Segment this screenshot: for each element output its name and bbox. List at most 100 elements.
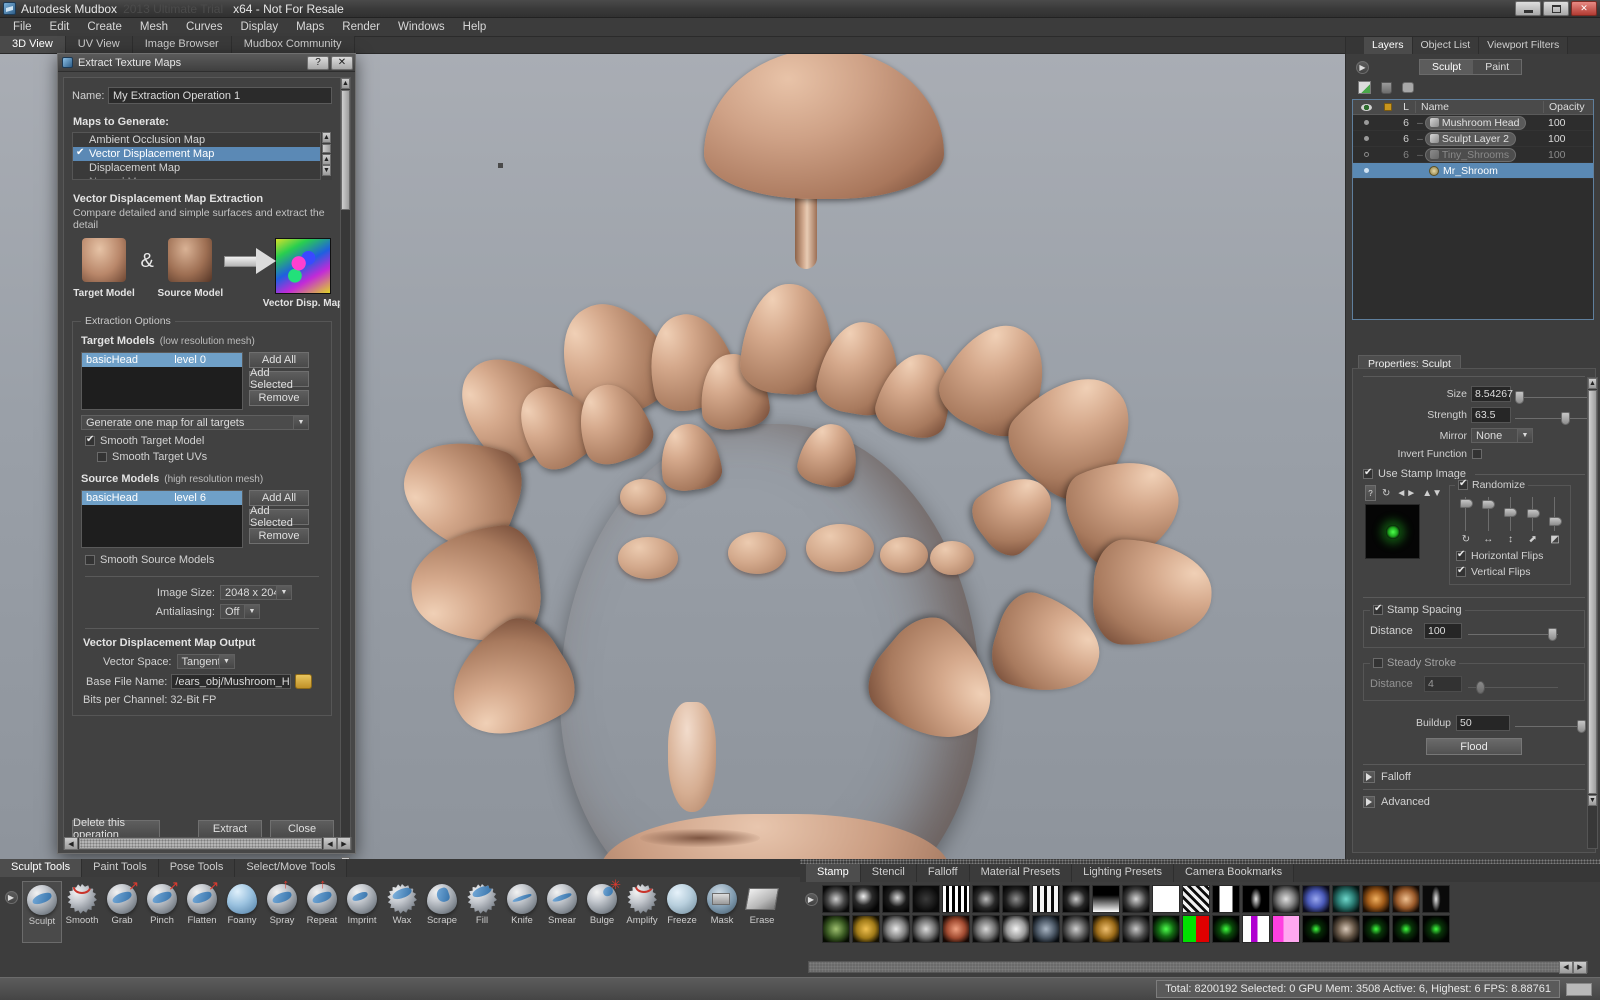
- rotate-icon[interactable]: ↻: [1382, 488, 1390, 499]
- extract-button[interactable]: Extract: [198, 820, 262, 838]
- spacing-slider-knob[interactable]: [1548, 628, 1557, 641]
- layer-visibility-toggle[interactable]: [1363, 136, 1369, 141]
- randomize-slider-1[interactable]: [1456, 497, 1476, 531]
- smooth-target-model-row[interactable]: Smooth Target Model: [85, 434, 323, 447]
- tool-pinch[interactable]: ↗ Pinch: [142, 879, 182, 943]
- properties-scroll-down[interactable]: ▼: [1588, 795, 1597, 806]
- tool-repeat[interactable]: ↑ Repeat: [302, 877, 342, 943]
- stamp-scroll-left[interactable]: ◀: [1559, 960, 1573, 974]
- tool-erase[interactable]: Erase: [742, 881, 782, 943]
- layer-name-chip[interactable]: Tiny_Shrooms: [1424, 147, 1517, 162]
- dialog-titlebar[interactable]: Extract Texture Maps ? ✕: [58, 54, 355, 72]
- tab-stamp[interactable]: Stamp: [806, 864, 861, 882]
- image-size-dropdown[interactable]: 2048 x 2048 ▼: [220, 585, 292, 600]
- hscroll-right-b[interactable]: ▶: [337, 837, 351, 850]
- properties-scroll-thumb[interactable]: [1588, 390, 1597, 794]
- layer-visibility-toggle[interactable]: [1363, 152, 1369, 157]
- sculpt-paint-toggle[interactable]: Sculpt Paint: [1419, 59, 1523, 75]
- randomize-slider-3[interactable]: [1500, 497, 1520, 531]
- properties-scrollbar[interactable]: ▲ ▼: [1587, 377, 1598, 849]
- maps-scroll-down[interactable]: ▼: [322, 165, 331, 176]
- tab-3d-view[interactable]: 3D View: [0, 36, 66, 53]
- tab-stencil[interactable]: Stencil: [860, 864, 917, 882]
- rotate-icon[interactable]: ↻: [1456, 534, 1476, 545]
- stamp-swatch[interactable]: [912, 915, 940, 943]
- stamp-swatch[interactable]: [1032, 915, 1060, 943]
- tool-spray[interactable]: ↑ Spray: [262, 877, 302, 943]
- strength-slider[interactable]: [1515, 411, 1587, 425]
- tool-fill[interactable]: Fill: [462, 881, 502, 943]
- chevron-down-icon[interactable]: ▼: [1517, 429, 1532, 442]
- target-models-list[interactable]: basicHead level 0: [81, 352, 243, 410]
- tool-smear[interactable]: Smear: [542, 881, 582, 943]
- smooth-source-models-checkbox[interactable]: [85, 555, 95, 565]
- dialog-help-button[interactable]: ?: [307, 55, 329, 70]
- expand-advanced-icon[interactable]: [1363, 796, 1375, 808]
- dialog-scrollbar[interactable]: ▲ ▼: [340, 77, 351, 868]
- stamp-swatch[interactable]: [882, 915, 910, 943]
- tool-freeze[interactable]: Freeze: [662, 881, 702, 943]
- stamp-spacing-checkbox[interactable]: [1373, 603, 1383, 615]
- stamp-swatch[interactable]: [1062, 885, 1090, 913]
- stamp-swatch[interactable]: [1122, 885, 1150, 913]
- horizontal-flips-checkbox[interactable]: [1455, 549, 1466, 561]
- horizontal-flip-icon[interactable]: ◄►: [1396, 488, 1416, 499]
- stamp-swatch[interactable]: [1422, 915, 1450, 943]
- source-models-list[interactable]: basicHead level 6: [81, 490, 243, 548]
- dialog-close-footer-button[interactable]: Close: [270, 820, 334, 838]
- stamp-swatch[interactable]: [1242, 885, 1270, 913]
- menu-windows[interactable]: Windows: [389, 19, 454, 35]
- stamp-swatch[interactable]: [972, 915, 1000, 943]
- stamp-tray-expander-icon[interactable]: ▶: [804, 893, 818, 906]
- stamp-swatch[interactable]: [1032, 885, 1060, 913]
- tab-mudbox-community[interactable]: Mudbox Community: [231, 36, 355, 53]
- layer-opacity[interactable]: 100: [1543, 133, 1593, 145]
- antialiasing-dropdown[interactable]: Off ▼: [220, 604, 260, 619]
- panel-expander-icon[interactable]: ▶: [1356, 60, 1369, 74]
- tool-foamy[interactable]: Foamy: [222, 881, 262, 943]
- stamp-swatch[interactable]: [1212, 885, 1240, 913]
- map-item-normal[interactable]: Normal Map: [73, 175, 331, 179]
- tab-layers[interactable]: Layers: [1364, 37, 1413, 54]
- toggle-sculpt[interactable]: Sculpt: [1420, 60, 1474, 74]
- stamp-swatch[interactable]: [1002, 885, 1030, 913]
- layer-visibility-toggle[interactable]: [1363, 168, 1369, 173]
- smooth-source-models-row[interactable]: Smooth Source Models: [85, 554, 323, 566]
- table-row[interactable]: 6 – Tiny_Shrooms 100: [1353, 147, 1593, 163]
- flood-button[interactable]: Flood: [1426, 738, 1522, 755]
- stamp-spacing-header[interactable]: Stamp Spacing: [1370, 603, 1465, 616]
- slider-knob[interactable]: [1459, 499, 1473, 508]
- randomize-checkbox[interactable]: [1457, 478, 1468, 490]
- dialog-close-button[interactable]: ✕: [331, 55, 353, 70]
- dialog-scroll-thumb[interactable]: [341, 90, 350, 210]
- stamp-swatch[interactable]: [882, 885, 910, 913]
- map-item-displacement[interactable]: Displacement Map: [73, 161, 331, 175]
- buildup-slider[interactable]: [1515, 719, 1586, 733]
- new-layer-icon[interactable]: [1358, 81, 1371, 94]
- tool-grab[interactable]: ↗ Grab: [102, 879, 142, 943]
- invert-function-checkbox[interactable]: [1472, 449, 1482, 459]
- properties-scroll-up[interactable]: ▲: [1588, 378, 1597, 389]
- maps-scroll-thumb[interactable]: [322, 144, 331, 153]
- tool-mask[interactable]: Mask: [702, 881, 742, 943]
- stamp-picker-icon[interactable]: ?: [1365, 485, 1376, 501]
- stamp-swatch[interactable]: [972, 885, 1000, 913]
- tab-sculpt-tools[interactable]: Sculpt Tools: [0, 859, 83, 877]
- menu-maps[interactable]: Maps: [287, 19, 333, 35]
- stamp-swatch[interactable]: [1332, 885, 1360, 913]
- menu-create[interactable]: Create: [78, 19, 131, 35]
- vector-space-dropdown[interactable]: Tangent ▼: [176, 654, 235, 669]
- delete-operation-button[interactable]: Delete this operation: [72, 817, 160, 841]
- stamp-swatch[interactable]: [1122, 915, 1150, 943]
- chevron-down-icon[interactable]: ▼: [244, 605, 259, 618]
- randomize-slider-4[interactable]: [1523, 497, 1543, 531]
- delete-layer-icon[interactable]: [1381, 81, 1392, 94]
- minimize-button[interactable]: [1515, 1, 1541, 16]
- stamp-swatch[interactable]: [1062, 915, 1090, 943]
- target-add-selected-button[interactable]: Add Selected: [249, 367, 309, 391]
- stamp-preview[interactable]: [1365, 504, 1420, 559]
- invert-function-row[interactable]: Invert Function: [1353, 448, 1587, 460]
- menu-render[interactable]: Render: [333, 19, 389, 35]
- slider-knob[interactable]: [1482, 500, 1496, 509]
- mask-icon[interactable]: [1402, 82, 1414, 93]
